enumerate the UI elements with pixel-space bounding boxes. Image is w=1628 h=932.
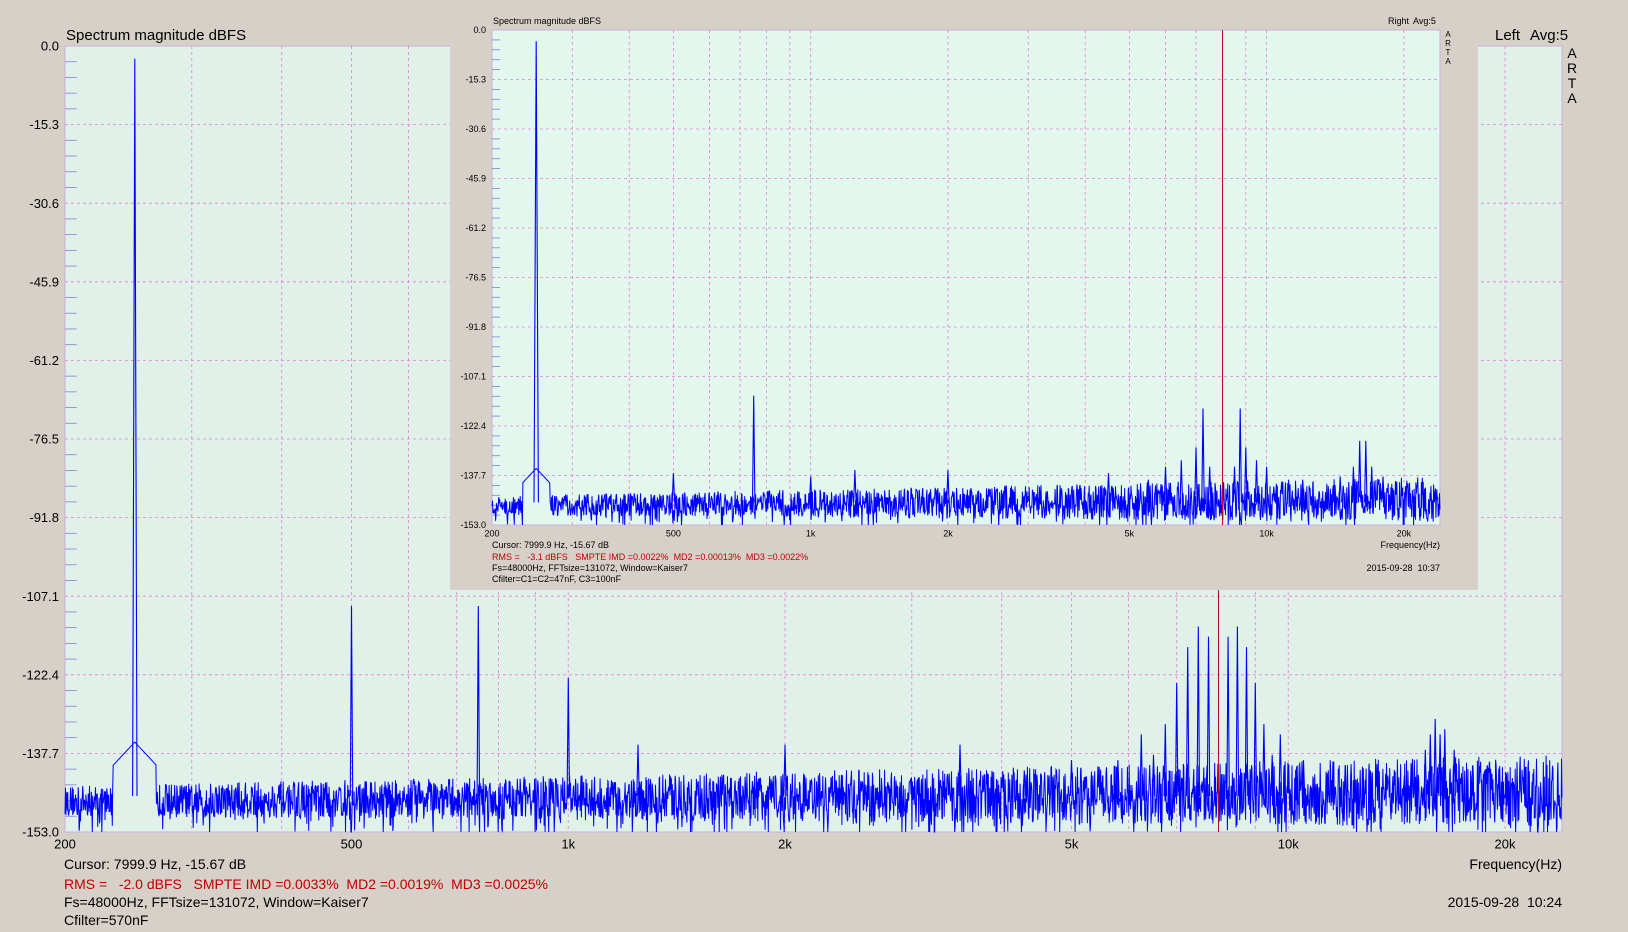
chart-title: Spectrum magnitude dBFS bbox=[493, 16, 601, 26]
y-tick-labels: 0.0 -15.3 -30.6 -45.9 -61.2 -76.5 -91.8 -107.1 -… bbox=[22, 39, 59, 840]
x-tick-label: 5k bbox=[1125, 528, 1135, 538]
y-tick-label: -91.8 bbox=[29, 510, 59, 525]
cursor-readout: Cursor: 7999.9 Hz, -15.67 dB bbox=[492, 540, 609, 550]
y-tick-label: -76.5 bbox=[465, 273, 486, 283]
x-tick-label: 1k bbox=[561, 836, 575, 851]
rms-readout: RMS = -3.1 dBFS SMPTE IMD =0.0022% MD2 =… bbox=[492, 552, 808, 562]
timestamp: 2015-09-28 10:24 bbox=[1448, 894, 1563, 910]
y-tick-label: -61.2 bbox=[29, 353, 59, 368]
inset-spectrum-chart: 0.0 -15.3 -30.6 -45.9 -61.2 -76.5 -91.8 -107.1 -… bbox=[450, 0, 1478, 590]
x-axis-label: Frequency(Hz) bbox=[1380, 540, 1440, 550]
y-tick-label: -137.7 bbox=[460, 471, 486, 481]
x-tick-label: 5k bbox=[1065, 836, 1079, 851]
y-tick-label: -107.1 bbox=[22, 589, 59, 604]
rms-readout: RMS = -2.0 dBFS SMPTE IMD =0.0033% MD2 =… bbox=[64, 876, 548, 892]
settings-readout: Fs=48000Hz, FFTsize=131072, Window=Kaise… bbox=[492, 563, 688, 573]
x-axis-label: Frequency(Hz) bbox=[1469, 856, 1562, 872]
x-tick-label: 200 bbox=[54, 836, 76, 851]
y-tick-label: -30.6 bbox=[29, 196, 59, 211]
brand-letter: T bbox=[1446, 48, 1451, 57]
channel-label: Left bbox=[1495, 27, 1521, 44]
cursor-readout: Cursor: 7999.9 Hz, -15.67 dB bbox=[64, 856, 246, 872]
x-tick-label: 200 bbox=[484, 528, 499, 538]
y-tick-label: -122.4 bbox=[460, 421, 486, 431]
filter-readout: Cfilter=570nF bbox=[64, 912, 148, 928]
x-tick-label: 500 bbox=[341, 836, 363, 851]
x-tick-labels: 200 500 1k 2k 5k 10k 20k bbox=[54, 836, 1516, 851]
brand-letter: A bbox=[1445, 30, 1451, 39]
x-tick-label: 20k bbox=[1397, 528, 1412, 538]
y-tick-label: -137.7 bbox=[22, 746, 59, 761]
brand-letter: A bbox=[1567, 90, 1577, 106]
y-tick-label: -122.4 bbox=[22, 667, 59, 682]
avg-label: Avg:5 bbox=[1530, 27, 1568, 44]
x-tick-label: 20k bbox=[1495, 836, 1516, 851]
avg-label: Avg:5 bbox=[1413, 16, 1436, 26]
timestamp: 2015-09-28 10:37 bbox=[1366, 563, 1440, 573]
brand-logo: A R T A bbox=[1445, 30, 1451, 66]
settings-readout: Fs=48000Hz, FFTsize=131072, Window=Kaise… bbox=[64, 894, 369, 910]
brand-letter: R bbox=[1567, 60, 1577, 76]
x-tick-label: 10k bbox=[1278, 836, 1299, 851]
brand-letter: A bbox=[1567, 45, 1577, 61]
x-tick-label: 10k bbox=[1259, 528, 1274, 538]
y-tick-label: -61.2 bbox=[465, 223, 486, 233]
chart-title: Spectrum magnitude dBFS bbox=[66, 27, 246, 44]
y-tick-label: -76.5 bbox=[29, 432, 59, 447]
brand-letter: T bbox=[1568, 75, 1577, 91]
x-tick-label: 500 bbox=[666, 528, 681, 538]
y-tick-label: -15.3 bbox=[465, 75, 486, 85]
y-tick-label: -45.9 bbox=[29, 274, 59, 289]
y-tick-label: 0.0 bbox=[41, 39, 59, 54]
channel-label: Right bbox=[1388, 16, 1410, 26]
x-tick-label: 1k bbox=[806, 528, 816, 538]
y-tick-label: -15.3 bbox=[29, 117, 59, 132]
brand-letter: R bbox=[1445, 39, 1451, 48]
y-tick-label: -107.1 bbox=[460, 372, 486, 382]
brand-letter: A bbox=[1445, 57, 1451, 66]
y-tick-label: -45.9 bbox=[465, 174, 486, 184]
y-tick-label: -30.6 bbox=[465, 124, 486, 134]
brand-logo: A R T A bbox=[1567, 45, 1577, 106]
x-tick-label: 2k bbox=[943, 528, 953, 538]
y-tick-label: -91.8 bbox=[465, 322, 486, 332]
x-tick-label: 2k bbox=[778, 836, 792, 851]
filter-readout: Cfilter=C1=C2=47nF, C3=100nF bbox=[492, 574, 622, 584]
y-tick-label: 0.0 bbox=[473, 25, 486, 35]
y-tick-label: -153.0 bbox=[460, 520, 486, 530]
